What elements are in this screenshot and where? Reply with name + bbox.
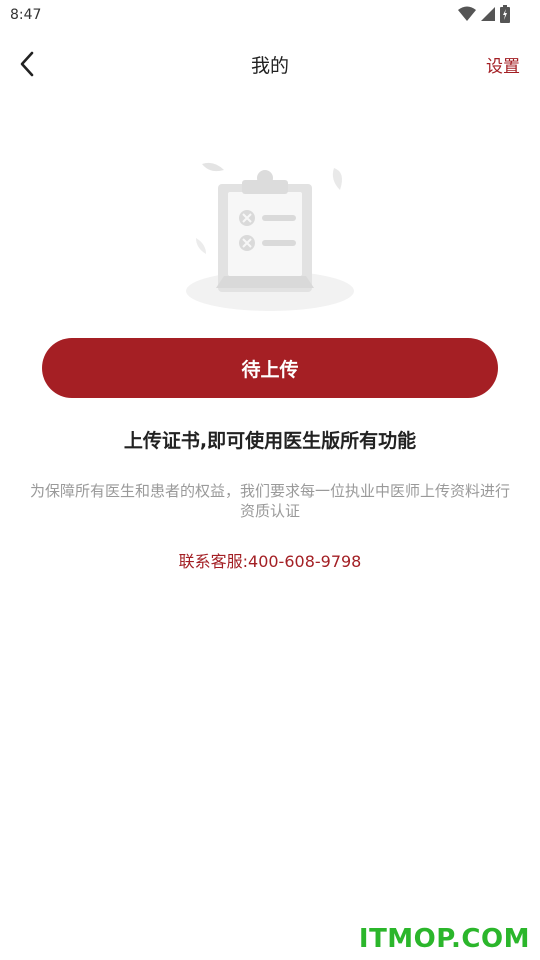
settings-link[interactable]: 设置	[486, 52, 520, 77]
clipboard-illustration	[180, 150, 360, 320]
signal-icon	[480, 6, 496, 26]
status-bar: 8:47	[0, 0, 540, 32]
header: 我的 设置	[0, 36, 540, 92]
upload-button[interactable]: 待上传	[42, 338, 498, 398]
customer-service-contact[interactable]: 联系客服:400-608-9798	[0, 548, 540, 572]
status-time: 8:47	[10, 7, 42, 23]
wifi-icon	[458, 6, 476, 26]
battery-icon	[500, 5, 510, 27]
page-title: 我的	[250, 55, 289, 77]
upload-headline: 上传证书,即可使用医生版所有功能	[123, 430, 417, 452]
status-icons	[458, 5, 510, 27]
verification-description: 为保障所有医生和患者的权益，我们要求每一位执业中医师上传资料进行资质认证	[30, 482, 511, 520]
watermark: ITMOP.COM	[358, 924, 530, 954]
